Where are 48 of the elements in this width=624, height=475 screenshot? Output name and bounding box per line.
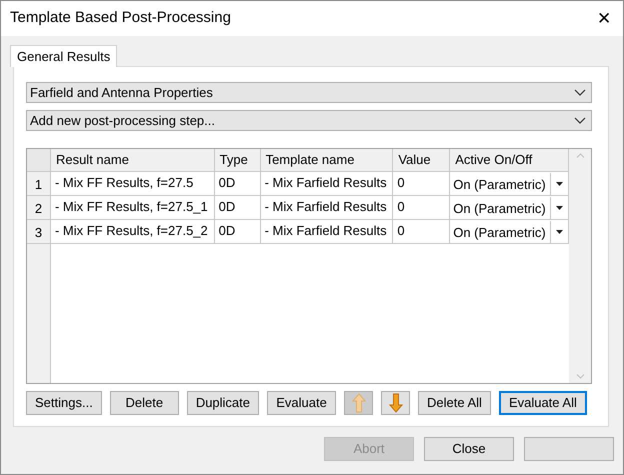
column-header: Template name: [260, 149, 394, 172]
move-down-button[interactable]: [381, 391, 410, 415]
scroll-up-icon[interactable]: [576, 153, 584, 158]
close-button[interactable]: ✕: [597, 10, 611, 27]
active-dropdown[interactable]: On (Parametric): [450, 172, 569, 196]
column-header: Result name: [50, 149, 215, 172]
table-cell: 0: [393, 196, 450, 220]
column-header: Value: [393, 149, 450, 172]
table-cell: - Mix FF Results, f=27.5: [50, 172, 215, 196]
active-dropdown[interactable]: On (Parametric): [450, 220, 569, 244]
row-header: 1: [27, 172, 51, 196]
scrollbar[interactable]: [569, 149, 591, 383]
active-dropdown[interactable]: On (Parametric): [450, 196, 569, 220]
table-cell: 0D: [214, 220, 261, 244]
dropdown[interactable]: Add new post-processing step...: [26, 110, 592, 131]
table-cell: - Mix Farfield Results: [260, 172, 394, 196]
action-button[interactable]: Evaluate: [267, 391, 336, 415]
action-button[interactable]: Evaluate All: [498, 391, 587, 415]
dropdown-value: Add new post-processing step...: [30, 112, 215, 130]
table-cell: - Mix Farfield Results: [260, 196, 394, 220]
table-cell: - Mix FF Results, f=27.5_1: [50, 196, 215, 220]
active-value: On (Parametric): [453, 176, 547, 194]
row-header: 2: [27, 196, 51, 220]
action-button[interactable]: Duplicate: [186, 391, 260, 415]
action-button[interactable]: Delete: [110, 391, 179, 415]
row-header: 3: [27, 220, 51, 244]
action-button[interactable]: Delete All: [418, 391, 491, 415]
dialog-button[interactable]: Close: [424, 437, 514, 461]
chevron-down-icon: [574, 89, 586, 96]
active-value: On (Parametric): [453, 200, 547, 218]
chevron-down-icon: [574, 117, 586, 124]
tab[interactable]: General Results: [10, 45, 118, 67]
column-header: Type: [214, 149, 261, 172]
arrow-down-icon: [388, 393, 403, 413]
action-button[interactable]: Settings...: [26, 391, 102, 415]
table-cell: 0: [393, 220, 450, 244]
table-cell: 0D: [214, 172, 261, 196]
dropdown[interactable]: Farfield and Antenna Properties: [26, 82, 592, 103]
table-cell: 0D: [214, 196, 261, 220]
table-cell: - Mix FF Results, f=27.5_2: [50, 220, 215, 244]
arrow-up-icon: [352, 393, 366, 413]
table-cell: 0: [393, 172, 450, 196]
scroll-down-icon[interactable]: [576, 374, 584, 379]
dialog-button[interactable]: [524, 437, 614, 461]
table-cell: - Mix Farfield Results: [260, 220, 394, 244]
active-value: On (Parametric): [453, 224, 547, 242]
window-title: Template Based Post-Processing: [10, 8, 231, 28]
dropdown-value: Farfield and Antenna Properties: [30, 84, 213, 102]
